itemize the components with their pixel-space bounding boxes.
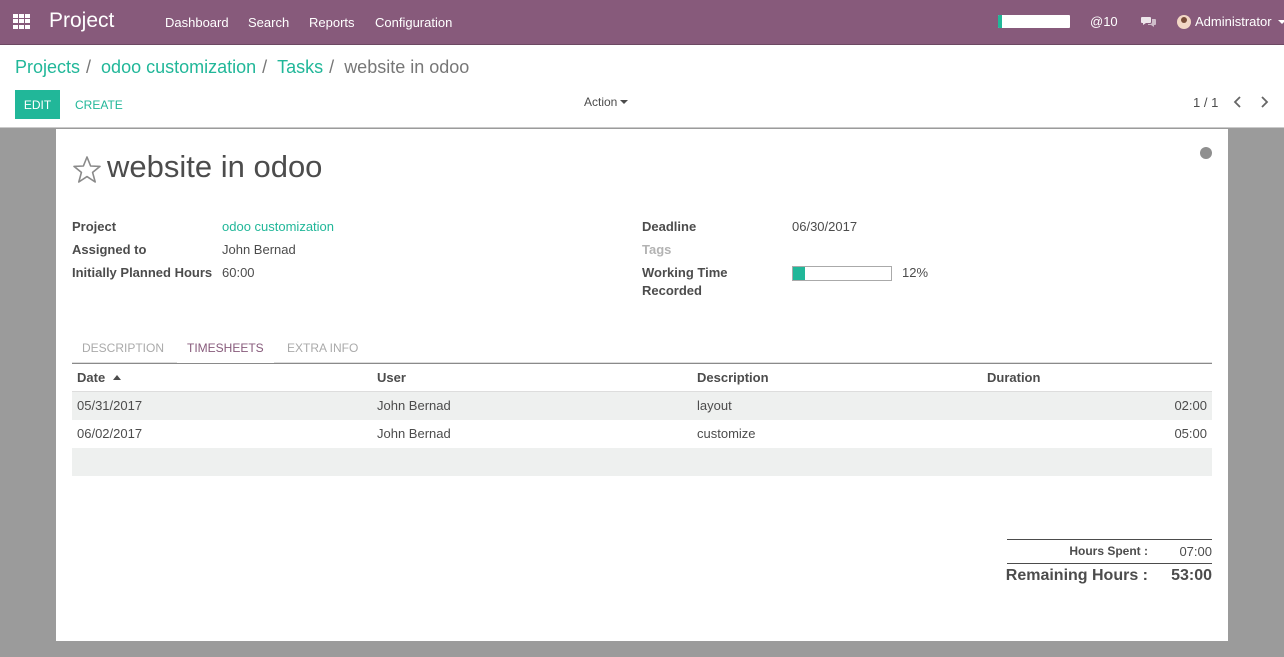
cell-user: John Bernad [377, 426, 451, 441]
breadcrumb-projects[interactable]: Projects [15, 57, 80, 78]
column-header-date-label: Date [77, 370, 106, 385]
table-row[interactable]: 06/02/2017 John Bernad customize 05:00 [72, 420, 1212, 448]
field-label-project: Project [72, 219, 117, 234]
top-navbar: Project Dashboard Search Reports Configu… [0, 0, 1284, 45]
system-progress-fill [998, 15, 1003, 28]
working-time-percent: 12% [902, 265, 929, 280]
cell-user: John Bernad [377, 398, 451, 413]
cell-date: 05/31/2017 [77, 398, 143, 413]
sort-ascending-icon [113, 375, 122, 380]
breadcrumb-tasks[interactable]: Tasks [277, 57, 323, 78]
working-time-progress-bar [792, 266, 892, 281]
kanban-state-indicator[interactable] [1200, 147, 1212, 159]
apps-grid-icon[interactable] [13, 14, 30, 29]
user-name: Administrator [1195, 14, 1272, 29]
menu-configuration[interactable]: Configuration [375, 15, 452, 30]
table-row-empty [72, 448, 1212, 476]
timesheet-totals: Hours Spent : 07:00 Remaining Hours : 53… [1005, 539, 1212, 589]
breadcrumb-separator: / [262, 57, 268, 77]
breadcrumb-current: website in odoo [344, 57, 470, 77]
column-header-date[interactable]: Date [77, 370, 122, 385]
task-title: website in odoo [107, 149, 323, 184]
remaining-hours-row: Remaining Hours : 53:00 [1005, 563, 1212, 589]
hours-spent-label: Hours Spent : [1069, 544, 1148, 558]
star-icon[interactable] [72, 155, 102, 185]
breadcrumb-separator: / [86, 57, 92, 77]
hours-spent-row: Hours Spent : 07:00 [1007, 540, 1212, 563]
field-deadline: 06/30/2017 [792, 219, 858, 234]
system-progress-bar [998, 15, 1070, 28]
field-label-deadline: Deadline [642, 219, 697, 234]
table-row[interactable]: 05/31/2017 John Bernad layout 02:00 [72, 392, 1212, 420]
chat-bubbles-icon[interactable] [1141, 15, 1157, 29]
tab-extra-info[interactable]: EXTRA INFO [277, 335, 368, 363]
menu-dashboard[interactable]: Dashboard [165, 15, 229, 30]
field-assigned-to: John Bernad [222, 242, 296, 257]
breadcrumb-project[interactable]: odoo customization [101, 57, 256, 78]
cell-date: 06/02/2017 [77, 426, 143, 441]
caret-down-icon [620, 100, 629, 104]
field-project-link[interactable]: odoo customization [222, 219, 334, 234]
field-label-recorded: Recorded [642, 283, 702, 298]
tab-description[interactable]: DESCRIPTION [72, 335, 174, 363]
edit-button[interactable]: EDIT [15, 90, 60, 119]
field-label-tags: Tags [642, 242, 672, 257]
menu-reports[interactable]: Reports [309, 15, 355, 30]
breadcrumb: Projects / odoo customization / Tasks / … [15, 57, 469, 78]
action-label: Action [584, 95, 618, 109]
user-menu[interactable]: Administrator [1177, 14, 1284, 29]
control-panel: Projects / odoo customization / Tasks / … [0, 45, 1284, 128]
cell-duration: 02:00 [1174, 398, 1207, 413]
timesheets-table: Date User Description Duration 05/31/201… [72, 363, 1212, 476]
create-button[interactable]: CREATE [68, 90, 130, 119]
column-header-user[interactable]: User [377, 370, 406, 385]
pager-value[interactable]: 1 / 1 [1193, 95, 1218, 110]
breadcrumb-separator: / [329, 57, 335, 77]
field-label-assigned: Assigned to [72, 242, 147, 257]
chevron-right-icon[interactable] [1256, 94, 1272, 110]
field-label-planned-hours: Initially Planned Hours [72, 265, 213, 280]
action-dropdown[interactable]: Action [584, 95, 629, 109]
column-header-description[interactable]: Description [697, 370, 769, 385]
field-label-working-time: Working Time [642, 265, 728, 280]
working-time-progress-fill [793, 267, 805, 280]
chevron-left-icon[interactable] [1230, 94, 1246, 110]
form-sheet: website in odoo Project odoo customizati… [56, 129, 1228, 641]
cell-description: layout [697, 398, 732, 413]
menu-search[interactable]: Search [248, 15, 289, 30]
avatar [1177, 14, 1191, 29]
cell-duration: 05:00 [1174, 426, 1207, 441]
app-brand: Project [49, 9, 115, 32]
mentions-counter[interactable]: @10 [1090, 14, 1118, 29]
tab-timesheets[interactable]: TIMESHEETS [177, 335, 274, 363]
notebook-tabs: DESCRIPTION TIMESHEETS EXTRA INFO [72, 335, 1212, 363]
hours-spent-value: 07:00 [1179, 544, 1212, 559]
cell-description: customize [697, 426, 756, 441]
remaining-hours-label: Remaining Hours : [1005, 567, 1148, 584]
remaining-hours-value: 53:00 [1171, 567, 1212, 584]
column-header-duration[interactable]: Duration [987, 370, 1040, 385]
chevron-down-icon [1277, 19, 1284, 24]
table-header: Date User Description Duration [72, 363, 1212, 392]
field-planned-hours: 60:00 [222, 265, 255, 280]
